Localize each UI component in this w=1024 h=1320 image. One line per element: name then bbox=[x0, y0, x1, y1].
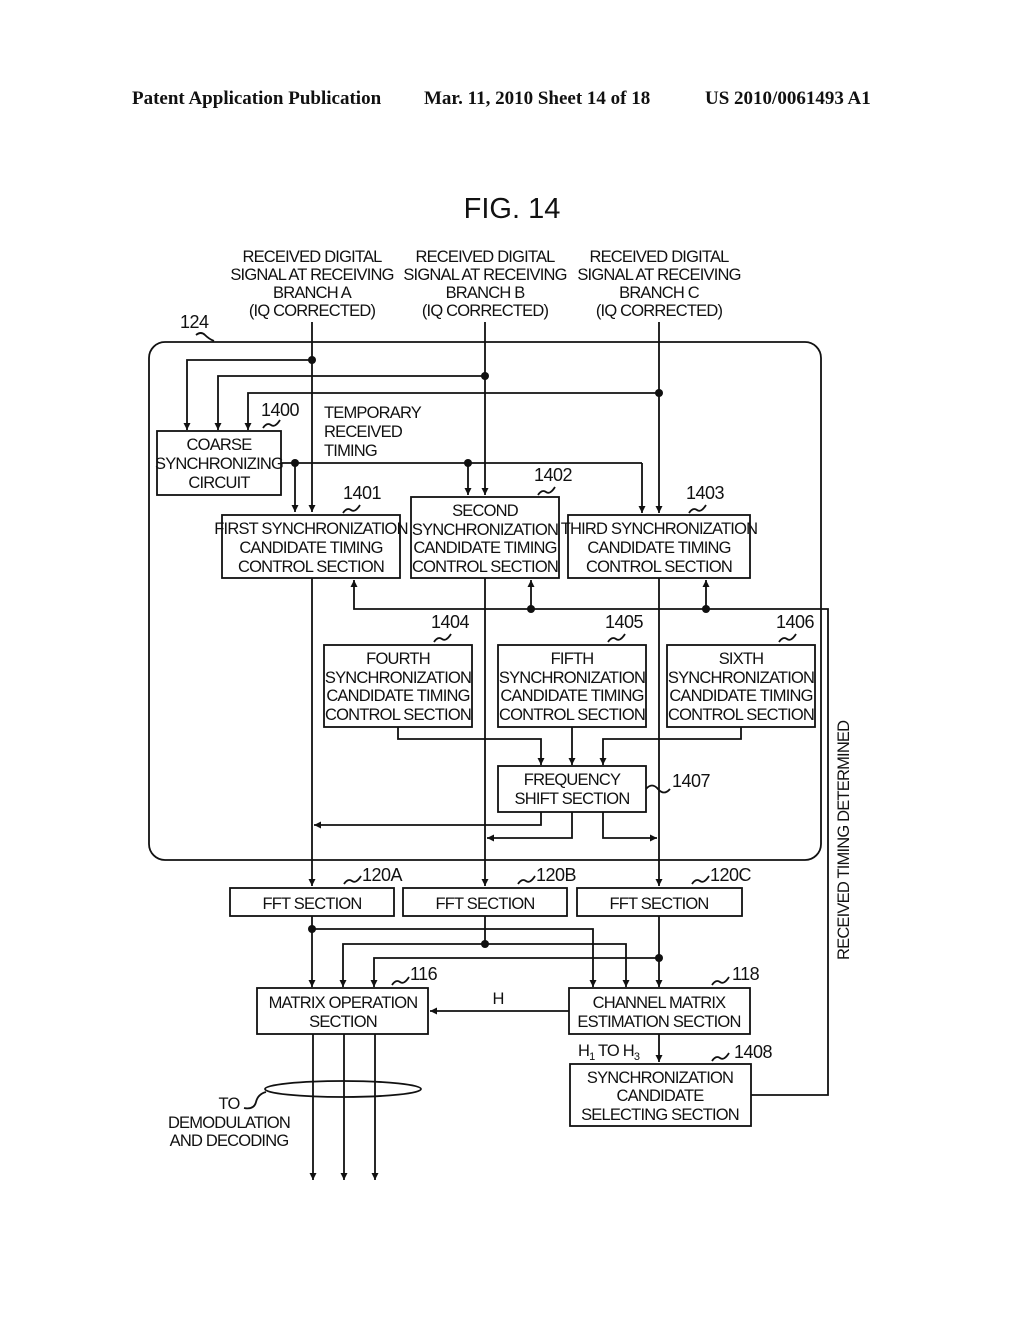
leader-124 bbox=[195, 332, 215, 342]
svg-text:RECEIVED DIGITAL: RECEIVED DIGITAL bbox=[415, 248, 555, 266]
svg-text:SIGNAL AT RECEIVING: SIGNAL AT RECEIVING bbox=[230, 266, 393, 284]
svg-text:SYNCHRONIZING: SYNCHRONIZING bbox=[155, 455, 283, 473]
svg-text:CANDIDATE: CANDIDATE bbox=[617, 1087, 705, 1105]
ref-1400: 1400 bbox=[261, 400, 300, 420]
ref-120A: 120A bbox=[362, 865, 403, 885]
input-label-a: RECEIVED DIGITAL SIGNAL AT RECEIVING BRA… bbox=[230, 248, 394, 320]
svg-text:TO: TO bbox=[218, 1095, 240, 1113]
block-diagram: FIG. 14 RECEIVED DIGITAL SIGNAL AT RECEI… bbox=[148, 193, 853, 1180]
svg-text:CHANNEL MATRIX: CHANNEL MATRIX bbox=[593, 994, 727, 1012]
junction bbox=[655, 389, 663, 397]
svg-text:CANDIDATE TIMING: CANDIDATE TIMING bbox=[413, 539, 556, 557]
svg-text:SYNCHRONIZATION: SYNCHRONIZATION bbox=[412, 521, 558, 539]
svg-text:CONTROL SECTION: CONTROL SECTION bbox=[499, 706, 645, 724]
ref-1408: 1408 bbox=[734, 1042, 773, 1062]
output-destination-label: TO DEMODULATION AND DECODING bbox=[168, 1095, 291, 1150]
svg-text:SHIFT SECTION: SHIFT SECTION bbox=[515, 790, 630, 808]
svg-text:SIXTH: SIXTH bbox=[719, 650, 764, 668]
svg-text:THIRD SYNCHRONIZATION: THIRD SYNCHRONIZATION bbox=[561, 520, 757, 538]
svg-text:SIGNAL AT RECEIVING: SIGNAL AT RECEIVING bbox=[403, 266, 566, 284]
ref-120B: 120B bbox=[536, 865, 577, 885]
h-range-label: H1 TO H3 bbox=[578, 1042, 640, 1063]
svg-text:CANDIDATE TIMING: CANDIDATE TIMING bbox=[587, 539, 730, 557]
svg-text:FIRST SYNCHRONIZATION: FIRST SYNCHRONIZATION bbox=[214, 520, 407, 538]
svg-text:AND DECODING: AND DECODING bbox=[170, 1132, 289, 1150]
svg-text:CANDIDATE TIMING: CANDIDATE TIMING bbox=[500, 687, 643, 705]
svg-text:BRANCH B: BRANCH B bbox=[446, 284, 526, 302]
ref-118: 118 bbox=[732, 964, 760, 984]
svg-text:BRANCH A: BRANCH A bbox=[273, 284, 352, 302]
svg-text:CANDIDATE TIMING: CANDIDATE TIMING bbox=[669, 687, 812, 705]
svg-text:BRANCH C: BRANCH C bbox=[619, 284, 700, 302]
ref-116: 116 bbox=[410, 964, 438, 984]
svg-text:CONTROL SECTION: CONTROL SECTION bbox=[325, 706, 471, 724]
svg-text:SYNCHRONIZATION: SYNCHRONIZATION bbox=[668, 669, 814, 687]
svg-text:DEMODULATION: DEMODULATION bbox=[168, 1114, 290, 1132]
ref-120C: 120C bbox=[710, 865, 752, 885]
temporary-timing-label: TEMPORARY RECEIVED TIMING bbox=[324, 404, 423, 460]
ref-1407: 1407 bbox=[672, 771, 711, 791]
svg-text:CANDIDATE TIMING: CANDIDATE TIMING bbox=[326, 687, 469, 705]
svg-text:SIGNAL AT RECEIVING: SIGNAL AT RECEIVING bbox=[577, 266, 740, 284]
svg-text:CONTROL SECTION: CONTROL SECTION bbox=[586, 558, 732, 576]
h-label: H bbox=[492, 990, 503, 1008]
svg-text:FREQUENCY: FREQUENCY bbox=[524, 771, 621, 789]
svg-text:RECEIVED DIGITAL: RECEIVED DIGITAL bbox=[589, 248, 729, 266]
junction bbox=[481, 372, 489, 380]
svg-text:(IQ CORRECTED): (IQ CORRECTED) bbox=[422, 302, 549, 320]
svg-text:COARSE: COARSE bbox=[187, 436, 253, 454]
svg-text:SYNCHRONIZATION: SYNCHRONIZATION bbox=[325, 669, 471, 687]
tap-c-to-coarse bbox=[244, 392, 659, 430]
svg-text:(IQ CORRECTED): (IQ CORRECTED) bbox=[249, 302, 376, 320]
ref-1402: 1402 bbox=[534, 465, 573, 485]
received-timing-label: RECEIVED TIMING DETERMINED bbox=[835, 720, 853, 960]
input-label-c: RECEIVED DIGITAL SIGNAL AT RECEIVING BRA… bbox=[577, 248, 741, 320]
svg-text:FIFTH: FIFTH bbox=[551, 650, 594, 668]
ref-1401: 1401 bbox=[343, 483, 382, 503]
svg-text:CONTROL SECTION: CONTROL SECTION bbox=[668, 706, 814, 724]
svg-text:SELECTING SECTION: SELECTING SECTION bbox=[581, 1106, 739, 1124]
svg-text:RECEIVED: RECEIVED bbox=[324, 423, 403, 441]
svg-text:(IQ CORRECTED): (IQ CORRECTED) bbox=[596, 302, 723, 320]
svg-text:SYNCHRONIZATION: SYNCHRONIZATION bbox=[499, 669, 645, 687]
container-ref: 124 bbox=[180, 312, 209, 332]
svg-text:CONTROL SECTION: CONTROL SECTION bbox=[238, 558, 384, 576]
svg-text:SYNCHRONIZATION: SYNCHRONIZATION bbox=[587, 1069, 733, 1087]
svg-text:TEMPORARY: TEMPORARY bbox=[324, 404, 422, 422]
figure-title: FIG. 14 bbox=[464, 193, 561, 225]
svg-text:FOURTH: FOURTH bbox=[366, 650, 430, 668]
ref-1406: 1406 bbox=[776, 612, 815, 632]
output-bundle-ellipse bbox=[264, 1080, 422, 1098]
svg-text:FFT SECTION: FFT SECTION bbox=[262, 895, 361, 913]
junction bbox=[308, 356, 316, 364]
svg-text:CONTROL SECTION: CONTROL SECTION bbox=[412, 558, 558, 576]
svg-text:MATRIX OPERATION: MATRIX OPERATION bbox=[269, 994, 418, 1012]
ref-1405: 1405 bbox=[605, 612, 644, 632]
svg-text:CIRCUIT: CIRCUIT bbox=[188, 474, 250, 492]
svg-text:FFT SECTION: FFT SECTION bbox=[435, 895, 534, 913]
svg-text:RECEIVED DIGITAL: RECEIVED DIGITAL bbox=[242, 248, 382, 266]
svg-text:ESTIMATION SECTION: ESTIMATION SECTION bbox=[577, 1013, 740, 1031]
ref-1403: 1403 bbox=[686, 483, 725, 503]
svg-text:FFT SECTION: FFT SECTION bbox=[609, 895, 708, 913]
ref-1404: 1404 bbox=[431, 612, 470, 632]
svg-text:TIMING: TIMING bbox=[324, 442, 377, 460]
svg-text:SECTION: SECTION bbox=[309, 1013, 377, 1031]
svg-text:SECOND: SECOND bbox=[452, 502, 519, 520]
svg-text:CANDIDATE TIMING: CANDIDATE TIMING bbox=[239, 539, 382, 557]
input-label-b: RECEIVED DIGITAL SIGNAL AT RECEIVING BRA… bbox=[403, 248, 567, 320]
